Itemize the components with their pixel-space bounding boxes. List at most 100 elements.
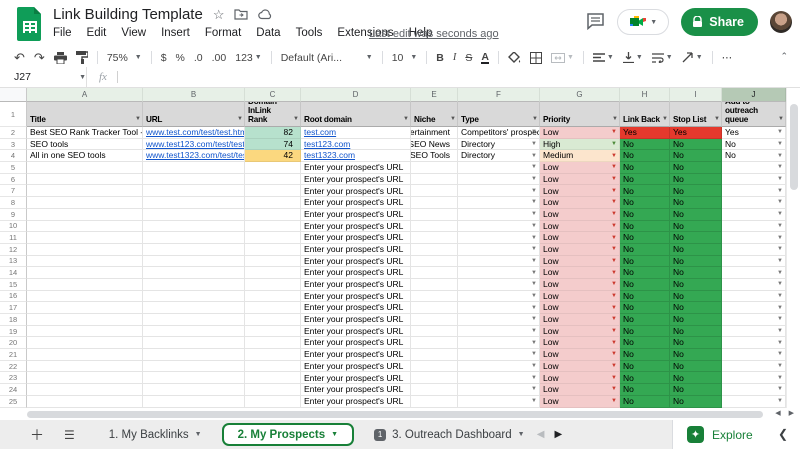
dropdown-caret-icon[interactable]: ▼ bbox=[611, 150, 617, 161]
row-header-22[interactable]: 22 bbox=[0, 361, 27, 373]
cell-C13[interactable] bbox=[245, 256, 301, 268]
menu-item-tools[interactable]: Tools bbox=[296, 27, 323, 39]
cell-C15[interactable] bbox=[245, 279, 301, 291]
dropdown-caret-icon[interactable]: ▼ bbox=[611, 314, 617, 325]
cell-F4[interactable]: Directory▼ bbox=[458, 150, 540, 162]
cell-D16[interactable]: Enter your prospect's URL bbox=[301, 291, 411, 303]
cell-A15[interactable] bbox=[27, 279, 143, 291]
cell-A22[interactable] bbox=[27, 361, 143, 373]
cell-C10[interactable] bbox=[245, 221, 301, 233]
header-cell-G1[interactable]: Priority▼ bbox=[540, 102, 620, 127]
cell-E7[interactable] bbox=[411, 185, 458, 197]
cell-A20[interactable] bbox=[27, 337, 143, 349]
cell-B6[interactable] bbox=[143, 174, 245, 186]
cell-J4[interactable]: No▼ bbox=[722, 150, 786, 162]
cell-J16[interactable]: ▼ bbox=[722, 291, 786, 303]
row-header-20[interactable]: 20 bbox=[0, 337, 27, 349]
cell-I3[interactable]: No bbox=[670, 139, 722, 151]
vertical-align-icon[interactable]: ▼ bbox=[623, 52, 643, 63]
dropdown-caret-icon[interactable]: ▼ bbox=[531, 186, 537, 197]
cell-I17[interactable]: No bbox=[670, 302, 722, 314]
filter-icon[interactable]: ▼ bbox=[532, 115, 538, 124]
col-header-F[interactable]: F bbox=[458, 88, 540, 102]
cell-I20[interactable]: No bbox=[670, 337, 722, 349]
cell-H15[interactable]: No bbox=[620, 279, 670, 291]
cell-C25[interactable] bbox=[245, 396, 301, 408]
cell-I18[interactable]: No bbox=[670, 314, 722, 326]
select-all-corner[interactable] bbox=[0, 88, 27, 102]
dropdown-caret-icon[interactable]: ▼ bbox=[777, 314, 783, 325]
dropdown-caret-icon[interactable]: ▼ bbox=[611, 186, 617, 197]
cell-E22[interactable] bbox=[411, 361, 458, 373]
dropdown-caret-icon[interactable]: ▼ bbox=[531, 361, 537, 372]
scroll-left-icon[interactable]: ◀ bbox=[775, 409, 780, 417]
cell-G18[interactable]: Low▼ bbox=[540, 314, 620, 326]
dropdown-caret-icon[interactable]: ▼ bbox=[531, 291, 537, 302]
row-header-24[interactable]: 24 bbox=[0, 384, 27, 396]
cell-B23[interactable] bbox=[143, 372, 245, 384]
cell-F11[interactable]: ▼ bbox=[458, 232, 540, 244]
dropdown-caret-icon[interactable]: ▼ bbox=[611, 279, 617, 290]
cell-H14[interactable]: No bbox=[620, 267, 670, 279]
cell-D10[interactable]: Enter your prospect's URL bbox=[301, 221, 411, 233]
menu-item-edit[interactable]: Edit bbox=[87, 27, 107, 39]
cell-D20[interactable]: Enter your prospect's URL bbox=[301, 337, 411, 349]
cell-E4[interactable]: SEO Tools bbox=[411, 150, 458, 162]
row-header-6[interactable]: 6 bbox=[0, 174, 27, 186]
dropdown-caret-icon[interactable]: ▼ bbox=[611, 361, 617, 372]
cell-J19[interactable]: ▼ bbox=[722, 326, 786, 338]
cell-G5[interactable]: Low▼ bbox=[540, 162, 620, 174]
cell-A18[interactable] bbox=[27, 314, 143, 326]
merge-cells-icon[interactable]: ▼ bbox=[551, 53, 574, 63]
menu-item-file[interactable]: File bbox=[53, 27, 72, 39]
row-header-18[interactable]: 18 bbox=[0, 314, 27, 326]
col-header-C[interactable]: C bbox=[245, 88, 301, 102]
cell-E12[interactable] bbox=[411, 244, 458, 256]
cell-E25[interactable] bbox=[411, 396, 458, 408]
cell-A7[interactable] bbox=[27, 185, 143, 197]
cell-G16[interactable]: Low▼ bbox=[540, 291, 620, 303]
tab-caret-icon[interactable]: ▼ bbox=[195, 431, 202, 438]
cell-D17[interactable]: Enter your prospect's URL bbox=[301, 302, 411, 314]
cell-G8[interactable]: Low▼ bbox=[540, 197, 620, 209]
cell-E6[interactable] bbox=[411, 174, 458, 186]
cell-B13[interactable] bbox=[143, 256, 245, 268]
cell-H7[interactable]: No bbox=[620, 185, 670, 197]
format-currency-button[interactable]: $ bbox=[161, 52, 167, 64]
more-formats-button[interactable]: 123▼ bbox=[235, 52, 261, 64]
cell-A16[interactable] bbox=[27, 291, 143, 303]
cell-H13[interactable]: No bbox=[620, 256, 670, 268]
cell-B5[interactable] bbox=[143, 162, 245, 174]
cell-A19[interactable] bbox=[27, 326, 143, 338]
dropdown-caret-icon[interactable]: ▼ bbox=[611, 373, 617, 384]
move-folder-icon[interactable] bbox=[234, 9, 248, 20]
print-icon[interactable] bbox=[54, 52, 67, 64]
cell-E8[interactable] bbox=[411, 197, 458, 209]
cell-I11[interactable]: No bbox=[670, 232, 722, 244]
cell-G21[interactable]: Low▼ bbox=[540, 349, 620, 361]
cell-H5[interactable]: No bbox=[620, 162, 670, 174]
col-header-A[interactable]: A bbox=[27, 88, 143, 102]
cell-E13[interactable] bbox=[411, 256, 458, 268]
meet-button[interactable]: ▼ bbox=[617, 9, 669, 35]
vertical-scrollbar[interactable] bbox=[786, 88, 800, 408]
cell-D2[interactable]: test.com bbox=[301, 127, 411, 139]
cell-G3[interactable]: High▼ bbox=[540, 139, 620, 151]
menu-item-view[interactable]: View bbox=[121, 27, 146, 39]
dropdown-caret-icon[interactable]: ▼ bbox=[531, 373, 537, 384]
dropdown-caret-icon[interactable]: ▼ bbox=[611, 221, 617, 232]
cell-B18[interactable] bbox=[143, 314, 245, 326]
cell-G13[interactable]: Low▼ bbox=[540, 256, 620, 268]
paint-format-icon[interactable] bbox=[76, 51, 88, 64]
text-wrap-icon[interactable]: ▼ bbox=[652, 53, 673, 63]
cell-A23[interactable] bbox=[27, 372, 143, 384]
cell-C17[interactable] bbox=[245, 302, 301, 314]
filter-icon[interactable]: ▼ bbox=[293, 115, 299, 124]
dropdown-caret-icon[interactable]: ▼ bbox=[611, 267, 617, 278]
cell-D25[interactable]: Enter your prospect's URL bbox=[301, 396, 411, 408]
dropdown-caret-icon[interactable]: ▼ bbox=[611, 232, 617, 243]
cell-I9[interactable]: No bbox=[670, 209, 722, 221]
star-icon[interactable]: ☆ bbox=[213, 7, 225, 23]
row-header-23[interactable]: 23 bbox=[0, 372, 27, 384]
dropdown-caret-icon[interactable]: ▼ bbox=[611, 256, 617, 267]
